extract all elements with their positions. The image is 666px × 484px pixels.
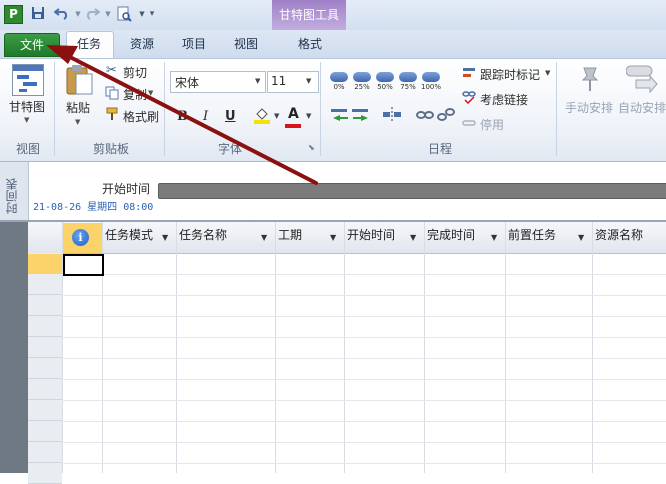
annotation-arrow [46,45,318,185]
